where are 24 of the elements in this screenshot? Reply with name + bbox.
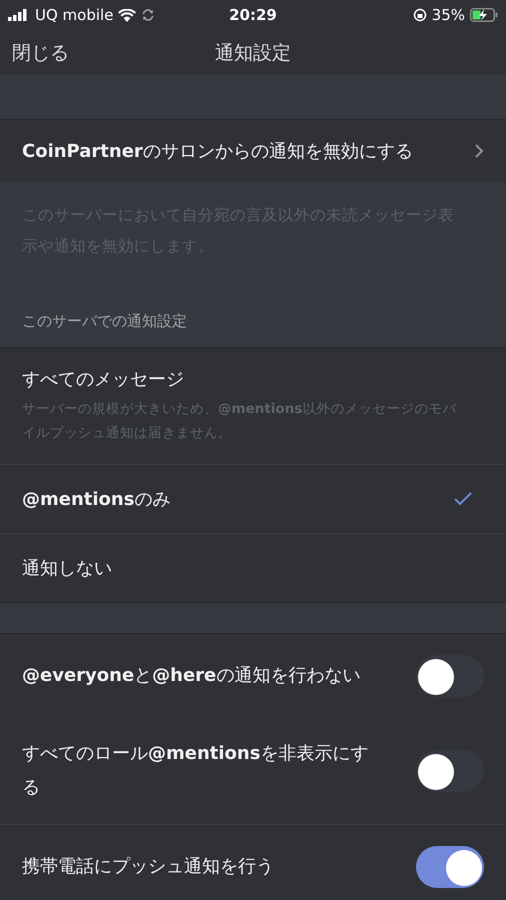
section-header: このサーバでの通知設定 — [21, 311, 188, 332]
rotation-lock-icon — [412, 8, 427, 22]
toggle-label: すべてのロール@mentionsを非表示にする — [22, 742, 370, 800]
option-label: @mentionsのみ — [22, 488, 170, 511]
option-label: すべてのメッセージ — [22, 368, 185, 391]
checkmark-icon — [454, 492, 472, 506]
clock-time: 20:29 — [229, 6, 277, 24]
toggle-switch[interactable] — [416, 846, 484, 888]
battery-percent: 35% — [432, 6, 465, 24]
sync-icon — [141, 8, 156, 22]
carrier-name: UQ mobile — [35, 6, 114, 24]
toggle-switch[interactable] — [416, 750, 484, 792]
close-button[interactable]: 閉じる — [0, 40, 81, 66]
mute-server-row[interactable]: CoinPartnerのサロンからの通知を無効にする — [0, 119, 506, 182]
chevron-icon — [474, 143, 484, 159]
toggle-switch[interactable] — [416, 655, 484, 697]
screen-title: 通知設定 — [215, 40, 291, 66]
battery-icon — [470, 8, 498, 22]
wifi-icon — [118, 8, 136, 22]
notification-option[interactable]: 通知しない — [0, 534, 506, 602]
toggle-label: @everyoneと@hereの通知を行わない — [22, 664, 360, 688]
toggle-label: 携帯電話にプッシュ通知を行う — [22, 855, 274, 879]
notification-option[interactable]: @mentionsのみ — [0, 465, 506, 534]
option-label: 通知しない — [22, 557, 112, 580]
